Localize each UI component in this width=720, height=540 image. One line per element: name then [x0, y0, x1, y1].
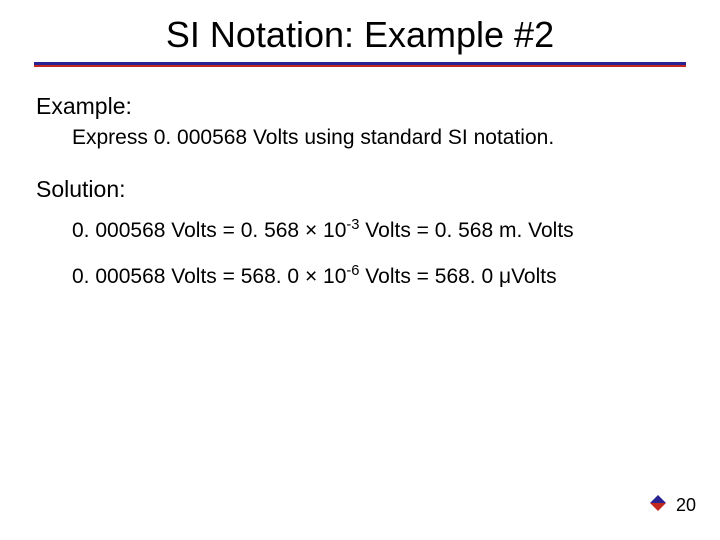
eq1-rhs: Volts = 0. 568 m. Volts [359, 219, 573, 242]
solution-label: Solution: [36, 176, 684, 203]
eq2-rhs: Volts = 568. 0 μVolts [359, 265, 556, 288]
footer: 20 [646, 491, 696, 520]
eq1-exp: -3 [346, 217, 359, 233]
slide-logo-icon [646, 491, 670, 520]
eq1-lhs: 0. 000568 Volts = 0. 568 × 10 [72, 219, 346, 242]
example-label: Example: [36, 93, 684, 120]
page-number: 20 [676, 495, 696, 516]
equation-2: 0. 000568 Volts = 568. 0 × 10-6 Volts = … [36, 263, 684, 289]
eq2-exp: -6 [346, 263, 359, 279]
problem-text: Express 0. 000568 Volts using standard S… [36, 126, 684, 150]
slide-title: SI Notation: Example #2 [0, 0, 720, 58]
slide-content: Example: Express 0. 000568 Volts using s… [0, 67, 720, 289]
eq2-lhs: 0. 000568 Volts = 568. 0 × 10 [72, 265, 346, 288]
equation-1: 0. 000568 Volts = 0. 568 × 10-3 Volts = … [36, 217, 684, 243]
